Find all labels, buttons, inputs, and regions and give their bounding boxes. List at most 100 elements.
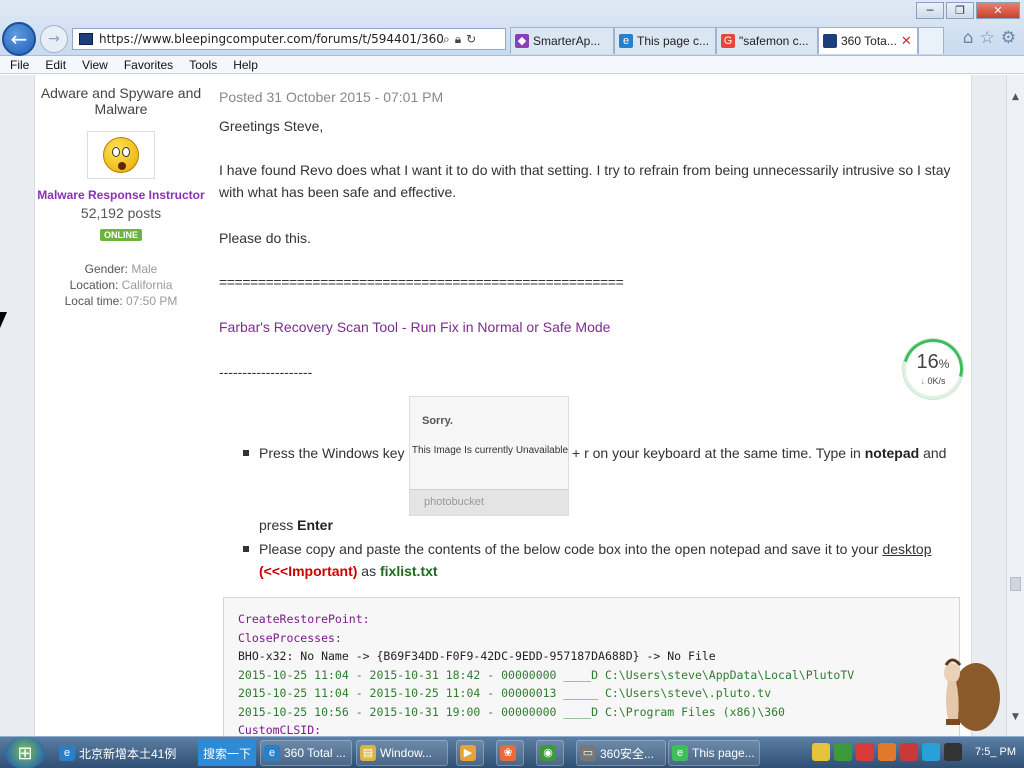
taskbar-item[interactable]: e This page... [668, 740, 760, 766]
taskbar-item[interactable]: ❀ [496, 740, 524, 766]
step2-text: Please copy and paste the contents of th… [259, 541, 932, 579]
bullet-icon [243, 450, 249, 456]
taskbar-app-icon: ◉ [540, 745, 556, 761]
tray-icon[interactable] [900, 743, 918, 761]
unavailable-image[interactable]: Sorry. This Image Is currently Unavailab… [409, 396, 569, 516]
scrollbar-thumb[interactable] [1010, 577, 1021, 591]
browser-tab[interactable]: ◆ SmarterAp... [510, 27, 614, 54]
greeting: Greetings Steve, [219, 118, 324, 134]
menu-item-favorites[interactable]: Favorites [124, 58, 173, 72]
taskbar-item[interactable]: e 360 Total ... [260, 740, 352, 766]
tray-icon[interactable] [878, 743, 896, 761]
taskbar-item-label: Window... [380, 746, 433, 760]
tray-icon[interactable] [922, 743, 940, 761]
tab-strip: ◆ SmarterAp... e This page c... G "safemon c.… [510, 27, 944, 54]
system-tray [812, 743, 962, 761]
post-count: 52,192 posts [80, 205, 162, 221]
windows-logo-icon: ⊞ [17, 742, 33, 764]
vertical-scrollbar[interactable]: ▲ ▼ [1006, 75, 1024, 736]
dash-separator: -------------------- [219, 364, 313, 380]
taskbar-item-label: 360安全... [600, 746, 655, 761]
tray-icon[interactable] [856, 743, 874, 761]
url-field[interactable]: https://www.bleepingcomputer.com/forums/… [99, 32, 443, 46]
tray-icon[interactable] [944, 743, 962, 761]
browser-tab[interactable]: e This page c... [614, 27, 716, 54]
code-line: 2015-10-25 11:04 - 2015-10-25 11:04 - 00… [238, 686, 772, 700]
home-icon[interactable]: ⌂ [963, 28, 974, 48]
menu-item-edit[interactable]: Edit [45, 58, 66, 72]
tray-icon[interactable] [812, 743, 830, 761]
paragraph: I have found Revo does what I want it to… [219, 162, 951, 200]
taskbar-item-label: 360 Total ... [284, 746, 346, 760]
start-button[interactable]: ⊞ [5, 737, 45, 768]
search-icon[interactable]: ⌕ [443, 32, 450, 47]
speed-percent: 16% [916, 351, 950, 373]
code-box[interactable]: CreateRestorePoint: CloseProcesses: BHO-x3… [223, 597, 960, 736]
minimize-button[interactable]: ─ [916, 2, 944, 19]
tray-icon[interactable] [834, 743, 852, 761]
step1-text-b: + r on your keyboard at the same time. T… [572, 445, 947, 461]
taskbar-app-icon: ▶ [460, 745, 476, 761]
local-time-label: Local time: [64, 294, 123, 308]
code-line: 2015-10-25 10:56 - 2015-10-31 19:00 - 00… [238, 704, 785, 719]
tab-label: "safemon c... [739, 34, 809, 48]
tab-favicon-icon: G [721, 34, 735, 48]
favorites-star-icon[interactable]: ☆ [980, 28, 995, 48]
member-title[interactable]: Malware Response Instructor [35, 187, 207, 203]
important-note: (<<<Important) [259, 563, 358, 579]
close-tab-icon[interactable]: ✕ [901, 34, 912, 49]
taskbar-item[interactable]: ▭ 360安全... [576, 740, 666, 766]
refresh-icon[interactable]: ↻ [466, 32, 476, 47]
desktop-link[interactable]: desktop [882, 541, 931, 557]
menu-item-view[interactable]: View [82, 58, 108, 72]
desktop-pet-figure-icon[interactable] [918, 635, 1002, 735]
gender-value: Male [131, 262, 158, 276]
avatar[interactable] [87, 131, 155, 179]
author-panel: Adware and Spyware and Malware Malware R… [35, 85, 207, 309]
bullet-icon [243, 546, 249, 552]
speed-widget[interactable]: 16% ↓ 0K/s [892, 328, 974, 410]
taskbar-app-icon: ▤ [360, 745, 376, 761]
image-unavailable-text: This Image Is currently Unavailable [411, 445, 569, 456]
clock[interactable]: 7:5_ PM [975, 746, 1016, 758]
fixlist-filename: fixlist.txt [379, 563, 438, 579]
taskbar-item-label: 北京新增本土41例 [79, 746, 177, 761]
browser-tab[interactable]: 360 Tota... ✕ [818, 27, 918, 54]
tab-favicon-icon [823, 34, 837, 48]
taskbar-search-button[interactable]: 搜索一下 [198, 740, 256, 766]
image-sorry-text: Sorry. [422, 415, 453, 427]
taskbar-item[interactable]: ▤ Window... [356, 740, 448, 766]
taskbar-app-icon: ▭ [580, 745, 596, 761]
tab-label: This page c... [637, 34, 710, 48]
tab-favicon-icon: ◆ [515, 34, 529, 48]
local-time-value: 07:50 PM [126, 294, 178, 308]
online-badge: ONLINE [99, 229, 142, 241]
back-button[interactable]: ← [2, 22, 36, 56]
post-date: Posted 31 October 2015 - 07:01 PM [219, 89, 444, 105]
web-page: Adware and Spyware and Malware Malware R… [0, 75, 1006, 736]
taskbar-app-icon: e [264, 745, 280, 761]
settings-gear-icon[interactable]: ⚙ [1001, 28, 1016, 48]
scroll-up-icon[interactable]: ▲ [1007, 89, 1024, 106]
menu-item-tools[interactable]: Tools [189, 58, 217, 72]
lock-icon[interactable]: 🔒︎ [455, 32, 461, 47]
surprised-smiley-icon [103, 137, 139, 173]
new-tab-button[interactable] [918, 27, 944, 54]
menu-item-help[interactable]: Help [233, 58, 258, 72]
forward-button[interactable]: → [40, 25, 68, 53]
location-label: Location: [69, 278, 119, 292]
taskbar-app-icon: e [59, 745, 75, 761]
code-line: BHO-x32: No Name -> {B69F34DD-F0F9-42DC-… [238, 649, 716, 663]
post-container: Adware and Spyware and Malware Malware R… [34, 75, 972, 736]
maximize-button[interactable]: ❐ [946, 2, 974, 19]
close-window-button[interactable]: ✕ [976, 2, 1020, 19]
taskbar-item[interactable]: ▶ [456, 740, 484, 766]
step1-text-c: press Enter [259, 517, 333, 533]
taskbar-item[interactable]: e 北京新增本土41例 [56, 740, 196, 766]
address-bar[interactable]: https://www.bleepingcomputer.com/forums/… [72, 28, 506, 50]
browser-tab[interactable]: G "safemon c... [716, 27, 818, 54]
gender-label: Gender: [84, 262, 128, 276]
taskbar-item[interactable]: ◉ [536, 740, 564, 766]
menu-item-file[interactable]: File [10, 58, 29, 72]
scroll-down-icon[interactable]: ▼ [1007, 709, 1024, 726]
